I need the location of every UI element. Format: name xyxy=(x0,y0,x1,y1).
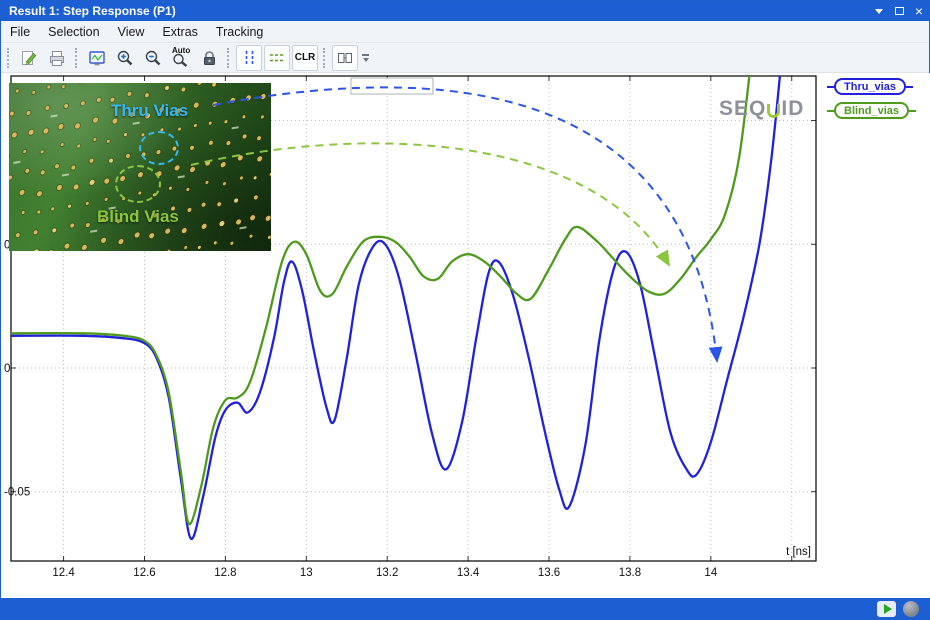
close-button[interactable]: × xyxy=(909,1,929,21)
print-icon xyxy=(48,49,66,67)
split-view-button[interactable] xyxy=(332,45,358,71)
thru-vias-circle xyxy=(139,131,179,165)
x-tick-label: 12.8 xyxy=(214,567,236,579)
chart-area: 12.412.612.81313.213.413.613.8140.050-0.… xyxy=(1,73,930,598)
x-tick-label: 12.6 xyxy=(133,567,155,579)
vertical-cursors-button[interactable] xyxy=(236,45,262,71)
maximize-button[interactable] xyxy=(889,1,909,21)
logo-prefix: SEQ xyxy=(719,97,766,121)
toolbar-grip xyxy=(227,48,231,68)
legend-lead-line xyxy=(827,86,834,88)
x-tick-label: 13 xyxy=(300,567,313,579)
zoom-in-button[interactable] xyxy=(112,45,138,71)
pin-button[interactable] xyxy=(869,1,889,21)
legend-lead-line xyxy=(906,86,913,88)
toolbar: Auto CLR xyxy=(1,43,929,73)
zoom-in-icon xyxy=(116,49,134,67)
app-window: Result 1: Step Response (P1) × FileSelec… xyxy=(0,0,930,620)
legend-item-blind-vias[interactable]: Blind_vias xyxy=(827,102,916,119)
chevron-down-icon xyxy=(875,9,883,14)
logo-suffix: ID xyxy=(781,97,804,121)
clear-cursors-label: CLR xyxy=(295,52,316,63)
play-icon xyxy=(884,604,892,614)
lock-icon xyxy=(200,49,218,67)
statusbar xyxy=(1,598,929,620)
menu-extras[interactable]: Extras xyxy=(153,21,206,42)
x-tick-label: 14 xyxy=(704,567,717,579)
print-button[interactable] xyxy=(44,45,70,71)
menu-selection[interactable]: Selection xyxy=(39,21,108,42)
menu-view[interactable]: View xyxy=(109,21,154,42)
blind-vias-photo-label: Blind Vias xyxy=(97,207,179,227)
y-tick-label: -0.05 xyxy=(4,487,30,499)
toolbar-grip xyxy=(323,48,327,68)
lock-button[interactable] xyxy=(196,45,222,71)
maximize-icon xyxy=(895,7,904,15)
toolbar-grip xyxy=(7,48,11,68)
x-tick-label: 13.8 xyxy=(619,567,641,579)
horizontal-cursors-button[interactable] xyxy=(264,45,290,71)
play-button[interactable] xyxy=(877,601,896,617)
toolbar-grip xyxy=(75,48,79,68)
titlebar: Result 1: Step Response (P1) × xyxy=(1,1,929,21)
blind-vias-circle xyxy=(115,165,161,203)
zoom-auto-label: Auto xyxy=(172,46,190,55)
x-tick-label: 13.4 xyxy=(457,567,480,579)
zoom-auto-button[interactable]: Auto xyxy=(168,45,194,71)
split-view-icon xyxy=(336,49,354,67)
legend-label-thru-vias: Thru_vias xyxy=(834,78,906,95)
overflow-chevron-icon xyxy=(363,58,369,62)
vertical-cursors-icon xyxy=(240,49,258,67)
monitor-trace-icon xyxy=(88,49,106,67)
menubar: FileSelectionViewExtrasTracking xyxy=(1,21,929,43)
zoom-out-button[interactable] xyxy=(140,45,166,71)
window-controls: × xyxy=(869,1,929,21)
sequid-logo: SEQ ID xyxy=(719,97,804,121)
x-tick-label: 13.2 xyxy=(376,567,398,579)
close-icon: × xyxy=(915,4,923,18)
clear-cursors-button[interactable]: CLR xyxy=(292,45,318,71)
y-tick-label: 0 xyxy=(4,363,10,375)
edit-icon xyxy=(20,49,38,67)
legend: Thru_vias Blind_vias xyxy=(827,78,916,119)
logo-u-icon xyxy=(767,104,780,118)
pcb-photo-inset: Thru Vias Blind Vias xyxy=(9,83,271,251)
window-title: Result 1: Step Response (P1) xyxy=(1,4,176,18)
thru-vias-photo-label: Thru Vias xyxy=(111,101,188,121)
scale-annotation-box xyxy=(351,78,433,94)
toolbar-overflow-button[interactable] xyxy=(362,54,369,62)
x-tick-label: 12.4 xyxy=(52,567,75,579)
legend-label-blind-vias: Blind_vias xyxy=(834,102,909,119)
horizontal-cursors-icon xyxy=(268,49,286,67)
legend-lead-line xyxy=(909,110,916,112)
x-axis-label: t [ns] xyxy=(786,546,811,558)
edit-button[interactable] xyxy=(16,45,42,71)
menu-tracking[interactable]: Tracking xyxy=(207,21,272,42)
legend-lead-line xyxy=(827,110,834,112)
menu-file[interactable]: File xyxy=(1,21,39,42)
status-indicator xyxy=(903,601,919,617)
zoom-out-icon xyxy=(144,49,162,67)
legend-item-thru-vias[interactable]: Thru_vias xyxy=(827,78,916,95)
x-tick-label: 13.6 xyxy=(538,567,560,579)
show-traces-button[interactable] xyxy=(84,45,110,71)
overflow-bar-icon xyxy=(362,54,369,56)
